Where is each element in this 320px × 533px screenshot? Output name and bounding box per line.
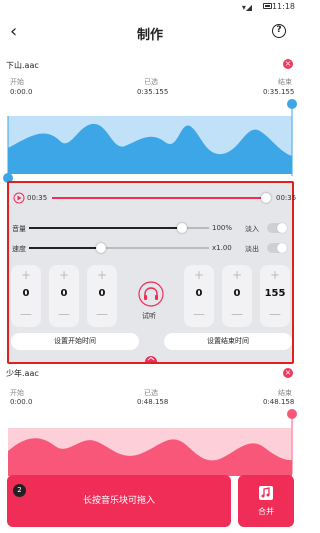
end-minute-stepper[interactable]: + 0 —: [184, 265, 214, 327]
clip2-start-label: 开始: [10, 389, 24, 397]
stepper-value: 0: [22, 288, 30, 299]
stepper-plus-icon[interactable]: +: [222, 268, 252, 282]
stepper-minus-icon[interactable]: —: [87, 307, 117, 321]
stepper-plus-icon[interactable]: +: [49, 268, 79, 282]
play-end-time: 00:35: [276, 194, 297, 202]
volume-fill: [29, 227, 182, 229]
stepper-minus-icon[interactable]: —: [184, 307, 214, 321]
listen-label: 试听: [142, 312, 156, 320]
clip-count-badge: 2: [13, 484, 26, 497]
fadeout-label: 淡出: [245, 245, 259, 253]
clip1-start-value: 0:00.0: [10, 88, 33, 96]
stepper-minus-icon[interactable]: —: [260, 307, 290, 321]
end-ms-stepper[interactable]: + 155 —: [260, 265, 290, 327]
start-second-stepper[interactable]: + 0 —: [49, 265, 79, 327]
stepper-minus-icon[interactable]: —: [49, 307, 79, 321]
speed-label: 速度: [12, 245, 26, 253]
page-title: 制作: [136, 28, 163, 43]
clip2-selected-label: 已选: [144, 389, 158, 397]
volume-value: 100%: [212, 224, 233, 232]
stepper-plus-icon[interactable]: +: [11, 268, 41, 282]
stepper-value: 0: [98, 288, 106, 299]
clip1-end-label: 结束: [278, 78, 292, 86]
help-icon[interactable]: ?: [272, 24, 286, 38]
collapse-chevron-icon[interactable]: [145, 354, 157, 362]
playback-progress-knob[interactable]: [261, 193, 271, 203]
clip2-filename: 少年.aac: [6, 369, 39, 378]
clip2-end-value: 0:48.158: [263, 398, 295, 406]
clip1-waveform[interactable]: [0, 96, 300, 186]
set-start-time-button[interactable]: 设置开始时间: [11, 333, 139, 350]
clip2-start-value: 0:00.0: [10, 398, 33, 406]
stepper-value: 0: [233, 288, 241, 299]
stepper-plus-icon[interactable]: +: [87, 268, 117, 282]
stepper-minus-icon[interactable]: —: [222, 307, 252, 321]
speed-value: x1.00: [212, 244, 232, 252]
stepper-plus-icon[interactable]: +: [184, 268, 214, 282]
clip2-end-handle-icon: [287, 409, 297, 419]
start-ms-stepper[interactable]: + 0 —: [87, 265, 117, 327]
stepper-value: 0: [60, 288, 68, 299]
clip1-end-value: 0:35.155: [263, 88, 295, 96]
stepper-value: 0: [195, 288, 203, 299]
clip1-selected-value: 0:35.155: [137, 88, 169, 96]
battery-icon: [263, 3, 272, 9]
headphones-icon[interactable]: [138, 281, 164, 307]
merge-button[interactable]: 合并: [238, 475, 294, 527]
fadein-label: 淡入: [245, 225, 259, 233]
stepper-minus-icon[interactable]: —: [11, 307, 41, 321]
fadein-toggle[interactable]: [267, 223, 287, 233]
clip2-end-label: 结束: [278, 389, 292, 397]
clip-editor-panel: 00:35 00:35 音量 100% 淡入 速度 x1.00 淡出 + 0 —…: [7, 181, 297, 364]
playback-progress-track[interactable]: [52, 197, 264, 199]
drag-music-drop-zone[interactable]: 长按音乐块可拖入: [7, 475, 231, 527]
stepper-plus-icon[interactable]: +: [260, 268, 290, 282]
set-end-time-button[interactable]: 设置结束时间: [164, 333, 292, 350]
clip1-remove-icon[interactable]: ×: [283, 59, 293, 69]
speed-knob[interactable]: [96, 243, 106, 253]
speed-fill: [29, 247, 101, 249]
status-bar: ▾◢ 11:18: [0, 0, 300, 14]
clip1-filename: 下山.aac: [6, 61, 39, 70]
volume-label: 音量: [12, 225, 26, 233]
end-second-stepper[interactable]: + 0 —: [222, 265, 252, 327]
clip2-waveform[interactable]: [0, 406, 300, 476]
fadeout-toggle[interactable]: [267, 243, 287, 253]
clip1-selected-label: 已选: [144, 78, 158, 86]
clip1-end-handle-icon: [287, 99, 297, 109]
merge-label: 合并: [258, 507, 274, 516]
clip1-start-label: 开始: [10, 78, 24, 86]
merge-icon: [259, 486, 273, 500]
signal-icon: ▾◢: [241, 3, 252, 12]
play-icon[interactable]: [13, 192, 25, 204]
clip2-selected-value: 0:48.158: [137, 398, 169, 406]
volume-knob[interactable]: [177, 223, 187, 233]
clip2-remove-icon[interactable]: ×: [283, 368, 293, 378]
play-current-time: 00:35: [27, 194, 48, 202]
stepper-value: 155: [264, 288, 286, 299]
start-minute-stepper[interactable]: + 0 —: [11, 265, 41, 327]
status-time: 11:18: [271, 2, 295, 11]
